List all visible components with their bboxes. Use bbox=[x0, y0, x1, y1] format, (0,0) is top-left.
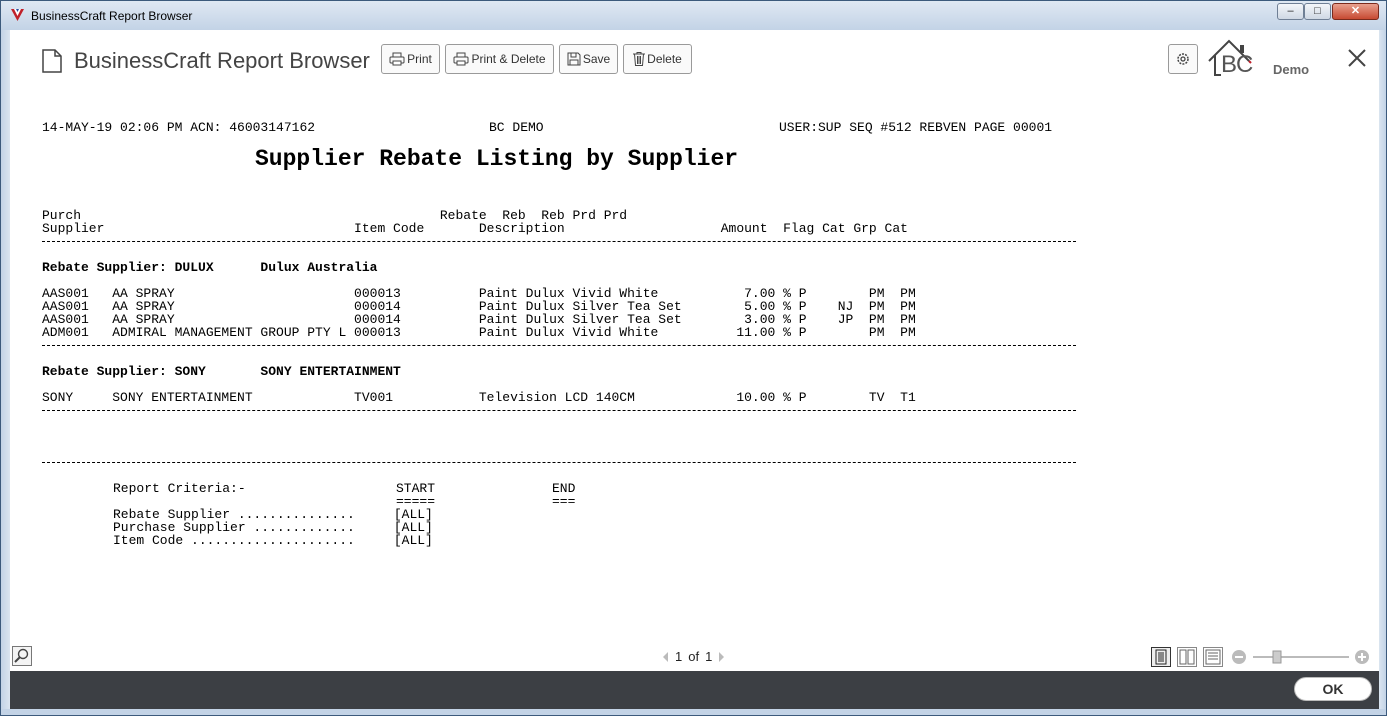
logo-demo-label: Demo bbox=[1273, 62, 1310, 77]
report-browser-window: BusinessCraft Report Browser – □ ✕ Busin… bbox=[0, 0, 1387, 716]
close-icon[interactable] bbox=[1346, 47, 1368, 69]
search-icon bbox=[14, 648, 29, 663]
floppy-disk-icon bbox=[567, 52, 581, 66]
table-row: SONY SONY ENTERTAINMENT TV001 Television… bbox=[42, 390, 916, 405]
ok-button[interactable]: OK bbox=[1294, 677, 1372, 701]
window-border-left bbox=[1, 30, 10, 715]
settings-button[interactable] bbox=[1168, 44, 1198, 74]
page-navigator: 1 of 1 bbox=[662, 649, 725, 664]
window-close-button[interactable]: ✕ bbox=[1332, 3, 1379, 20]
criteria-label: Report Criteria:- bbox=[113, 481, 246, 496]
document-icon bbox=[42, 49, 62, 73]
logo-text: BC bbox=[1221, 51, 1253, 78]
report-page: 14-MAY-19 02:06 PM ACN: 46003147162 BC D… bbox=[10, 89, 1379, 641]
column-header-line-2: Supplier Item Code Description Amount Fl… bbox=[42, 221, 908, 236]
window-titlebar: BusinessCraft Report Browser – □ ✕ bbox=[1, 1, 1386, 30]
single-page-view-button[interactable] bbox=[1151, 647, 1171, 667]
minimize-button[interactable]: – bbox=[1277, 3, 1304, 20]
prev-page-icon[interactable] bbox=[662, 651, 669, 663]
single-page-icon bbox=[1155, 649, 1167, 665]
page-total: 1 bbox=[705, 649, 713, 664]
divider-line bbox=[42, 345, 1076, 346]
report-meta-center: BC DEMO bbox=[489, 120, 544, 135]
viewer-footer: 1 of 1 bbox=[10, 641, 1379, 671]
gear-icon bbox=[1177, 53, 1189, 65]
report-meta-right: USER:SUP SEQ #512 REBVEN PAGE 00001 bbox=[779, 120, 1053, 135]
divider-line bbox=[42, 410, 1076, 411]
trash-icon bbox=[633, 52, 646, 66]
two-page-view-button[interactable] bbox=[1177, 647, 1197, 667]
window-border-right bbox=[1379, 30, 1386, 715]
two-page-icon bbox=[1179, 649, 1195, 665]
divider-line bbox=[42, 462, 1076, 463]
toolbar-header: BusinessCraft Report Browser Print Print… bbox=[10, 31, 1379, 89]
page-current: 1 bbox=[675, 649, 683, 664]
page-width-view-button[interactable] bbox=[1203, 647, 1223, 667]
page-width-icon bbox=[1205, 649, 1221, 665]
print-delete-label: Print & Delete bbox=[471, 52, 546, 66]
save-label: Save bbox=[582, 52, 611, 66]
criteria-end-underline: === bbox=[552, 494, 576, 509]
print-and-delete-button[interactable]: Print & Delete bbox=[445, 44, 554, 74]
search-button[interactable] bbox=[12, 646, 32, 666]
page-of: of bbox=[688, 649, 700, 664]
criteria-line: Item Code ..................... [ALL] bbox=[113, 533, 433, 548]
zoom-slider[interactable] bbox=[1231, 649, 1371, 665]
dialog-button-bar: OK bbox=[10, 671, 1379, 709]
app-title: BusinessCraft Report Browser bbox=[74, 48, 370, 73]
save-button[interactable]: Save bbox=[559, 44, 618, 74]
printer-icon bbox=[453, 52, 469, 66]
maximize-button[interactable]: □ bbox=[1304, 3, 1331, 20]
next-page-icon[interactable] bbox=[718, 651, 725, 663]
printer-icon bbox=[389, 52, 405, 66]
divider-line bbox=[42, 241, 1076, 242]
window-title: BusinessCraft Report Browser bbox=[31, 9, 193, 23]
window-border-bottom bbox=[1, 709, 1386, 715]
print-label: Print bbox=[407, 52, 432, 66]
group-heading: Rebate Supplier: DULUX Dulux Australia bbox=[42, 260, 378, 275]
delete-label: Delete bbox=[647, 52, 682, 66]
delete-button[interactable]: Delete bbox=[623, 44, 692, 74]
report-title: Supplier Rebate Listing by Supplier bbox=[255, 146, 739, 172]
report-meta-left: 14-MAY-19 02:06 PM ACN: 46003147162 bbox=[42, 120, 316, 135]
app-logo-icon bbox=[11, 9, 24, 21]
group-heading: Rebate Supplier: SONY SONY ENTERTAINMENT bbox=[42, 364, 401, 379]
table-row: ADM001 ADMIRAL MANAGEMENT GROUP PTY L 00… bbox=[42, 325, 916, 340]
businesscraft-logo: BC bbox=[1207, 37, 1271, 84]
print-button[interactable]: Print bbox=[381, 44, 440, 74]
